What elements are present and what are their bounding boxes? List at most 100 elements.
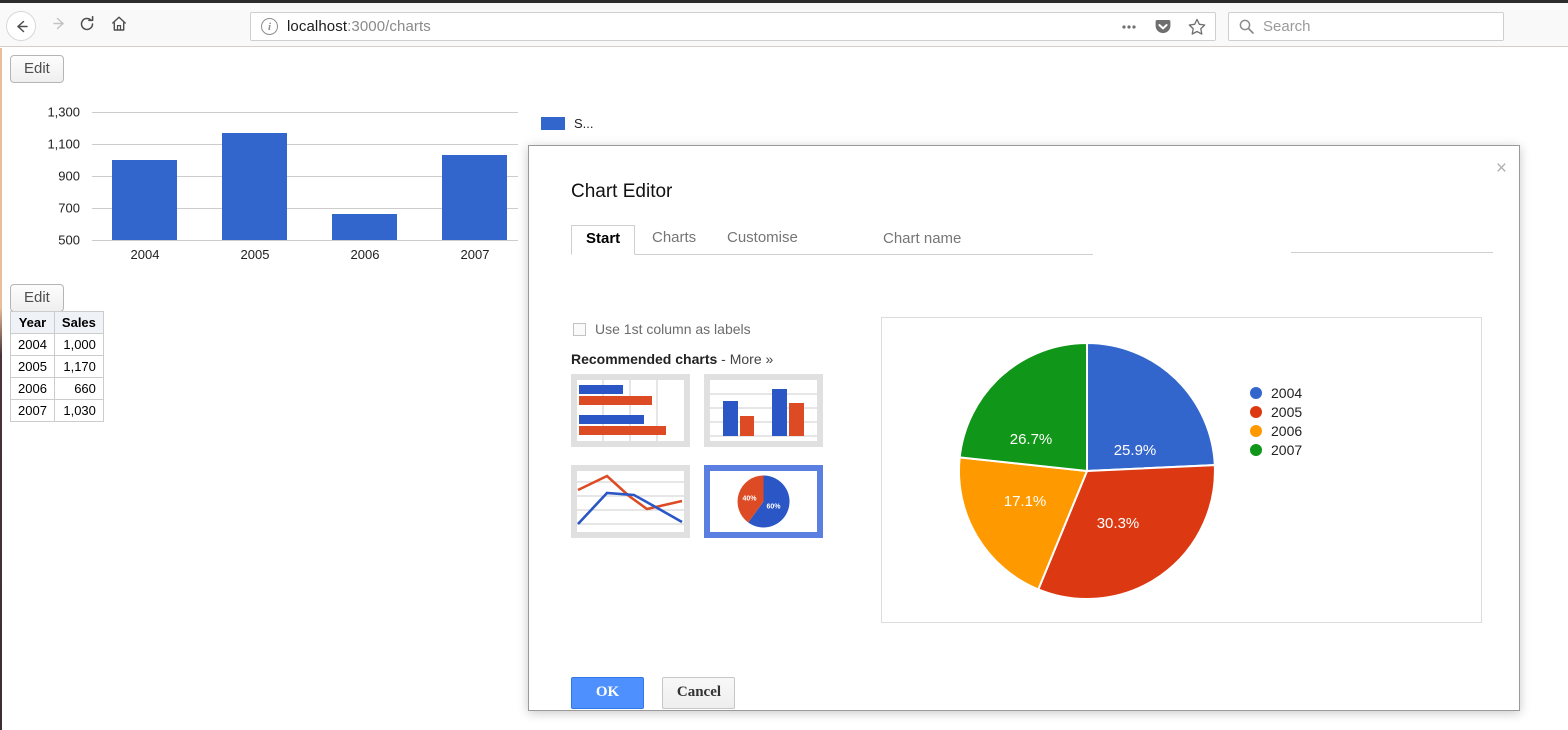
cell-year: 2007 [10, 399, 55, 422]
x-axis-label: 2007 [460, 247, 490, 262]
chart-name-input[interactable] [1291, 225, 1493, 253]
legend-label: 2005 [1271, 403, 1303, 420]
edit-table-button[interactable]: Edit [10, 284, 64, 312]
pie-slice-label: 40% [742, 496, 757, 503]
recommended-charts-heading: Recommended charts - More » [571, 351, 773, 367]
use-first-column-checkbox[interactable] [573, 322, 586, 336]
legend-label: 2004 [1271, 384, 1303, 401]
table-row[interactable]: 2007 1,030 [10, 399, 104, 422]
pie-slice-2007[interactable] [958, 341, 1088, 473]
y-axis-label: 900 [58, 168, 80, 184]
pie-label-2006: 17.1% [1004, 493, 1047, 510]
table-row[interactable]: 2004 1,000 [10, 333, 104, 356]
back-button[interactable] [6, 11, 36, 41]
legend-item-2006[interactable]: 2006 [1250, 421, 1302, 440]
edit-chart-button[interactable]: Edit [10, 55, 64, 83]
search-bar[interactable]: Search [1228, 12, 1504, 41]
thumbnail-pie-chart[interactable]: 40% 60% [704, 465, 823, 538]
preview-pie-chart[interactable]: 25.9% 30.3% 17.1% 26.7% [942, 326, 1232, 616]
browser-toolbar: i localhost:3000/charts Search [0, 3, 1568, 47]
pie-label-2007: 26.7% [1010, 431, 1053, 448]
url-bar[interactable]: i localhost:3000/charts [250, 12, 1216, 41]
legend-dot-icon [1250, 443, 1262, 456]
legend-item-2007[interactable]: 2007 [1250, 440, 1302, 459]
url-path: :3000/charts [347, 18, 431, 35]
close-icon[interactable]: × [1496, 159, 1507, 178]
dialog-footer: OK Cancel [571, 677, 736, 709]
chart-name-label: Chart name [883, 230, 962, 247]
legend-item-2004[interactable]: 2004 [1250, 383, 1302, 402]
use-first-column-label: Use 1st column as labels [595, 321, 751, 337]
pie-label-2004: 25.9% [1114, 442, 1157, 459]
pie-label-2005: 30.3% [1097, 515, 1140, 532]
recommended-separator: - [717, 351, 730, 367]
table-row[interactable]: 2005 1,170 [10, 355, 104, 378]
cell-year: 2005 [10, 355, 55, 378]
legend-swatch-icon [541, 117, 565, 130]
use-first-column-row[interactable]: Use 1st column as labels [573, 321, 751, 337]
search-icon [1238, 18, 1255, 35]
chart-preview-panel: 25.9% 30.3% 17.1% 26.7% 2004 2005 2006 2… [881, 317, 1482, 623]
cell-year: 2004 [10, 333, 55, 356]
bar-2005[interactable] [222, 133, 287, 240]
bar-2007[interactable] [442, 155, 507, 240]
recommended-more-link[interactable]: More » [730, 351, 774, 367]
ellipsis-icon[interactable] [1119, 17, 1139, 37]
home-icon [110, 15, 128, 38]
tab-charts[interactable]: Charts [638, 225, 710, 255]
forward-button[interactable] [44, 11, 74, 41]
x-axis-label: 2006 [350, 247, 380, 262]
star-icon[interactable] [1187, 17, 1207, 37]
ok-button[interactable]: OK [571, 677, 644, 709]
thumbnail-line-chart[interactable] [571, 465, 690, 538]
y-axis-label: 700 [58, 200, 80, 216]
x-axis-label: 2005 [240, 247, 270, 262]
cancel-button[interactable]: Cancel [662, 677, 736, 709]
x-axis-label: 2004 [130, 247, 160, 262]
legend-item-2005[interactable]: 2005 [1250, 402, 1302, 421]
urlbar-actions [1119, 17, 1207, 37]
bar-2006[interactable] [332, 214, 397, 240]
cell-sales: 1,000 [53, 333, 104, 356]
y-axis-label: 500 [58, 232, 80, 248]
thumbnail-horizontal-bar-chart[interactable] [571, 374, 690, 447]
legend-label: S... [574, 116, 594, 131]
thumbnail-column-chart[interactable] [704, 374, 823, 447]
table-header-row: Year Sales [10, 311, 104, 334]
legend-dot-icon [1250, 405, 1262, 418]
sales-data-table: Year Sales 2004 1,000 2005 1,170 2006 66… [10, 311, 104, 422]
chart-editor-dialog: × Chart Editor Start Charts Customise Ch… [528, 145, 1520, 711]
tab-customise[interactable]: Customise [713, 225, 812, 255]
legend-label: 2006 [1271, 422, 1303, 439]
y-axis-label: 1,100 [47, 136, 80, 152]
url-host: localhost [287, 18, 348, 35]
legend-label: 2007 [1271, 441, 1303, 458]
pie-slice-label: 60% [766, 504, 781, 511]
reload-button[interactable] [72, 11, 102, 41]
arrow-right-icon [51, 15, 68, 37]
page-content: Edit 1,300 1,100 900 700 500 2004 2005 2… [0, 48, 1568, 730]
gridline [92, 144, 518, 145]
table-row[interactable]: 2006 660 [10, 377, 104, 400]
dialog-tabs: Start Charts Customise Chart name [571, 225, 1493, 255]
cell-year: 2006 [10, 377, 55, 400]
pocket-icon[interactable] [1153, 17, 1173, 37]
bar-chart: 1,300 1,100 900 700 500 2004 2005 2006 2… [0, 105, 620, 316]
info-icon[interactable]: i [261, 18, 278, 35]
gridline [92, 240, 518, 241]
line-chart-icon [577, 471, 684, 532]
bar-2004[interactable] [112, 160, 177, 240]
home-button[interactable] [104, 11, 134, 41]
tab-start[interactable]: Start [571, 225, 636, 255]
pie-chart-icon: 40% 60% [710, 471, 817, 532]
column-chart-icon [710, 380, 817, 441]
search-input-placeholder[interactable]: Search [1263, 18, 1311, 35]
column-header-sales: Sales [53, 311, 104, 334]
arrow-left-icon [6, 11, 36, 41]
dialog-title: Chart Editor [571, 181, 673, 202]
legend-dot-icon [1250, 424, 1262, 437]
cell-sales: 1,030 [53, 399, 104, 422]
gridline [92, 112, 518, 113]
bar-chart-legend: S... [541, 116, 594, 131]
cell-sales: 1,170 [53, 355, 104, 378]
